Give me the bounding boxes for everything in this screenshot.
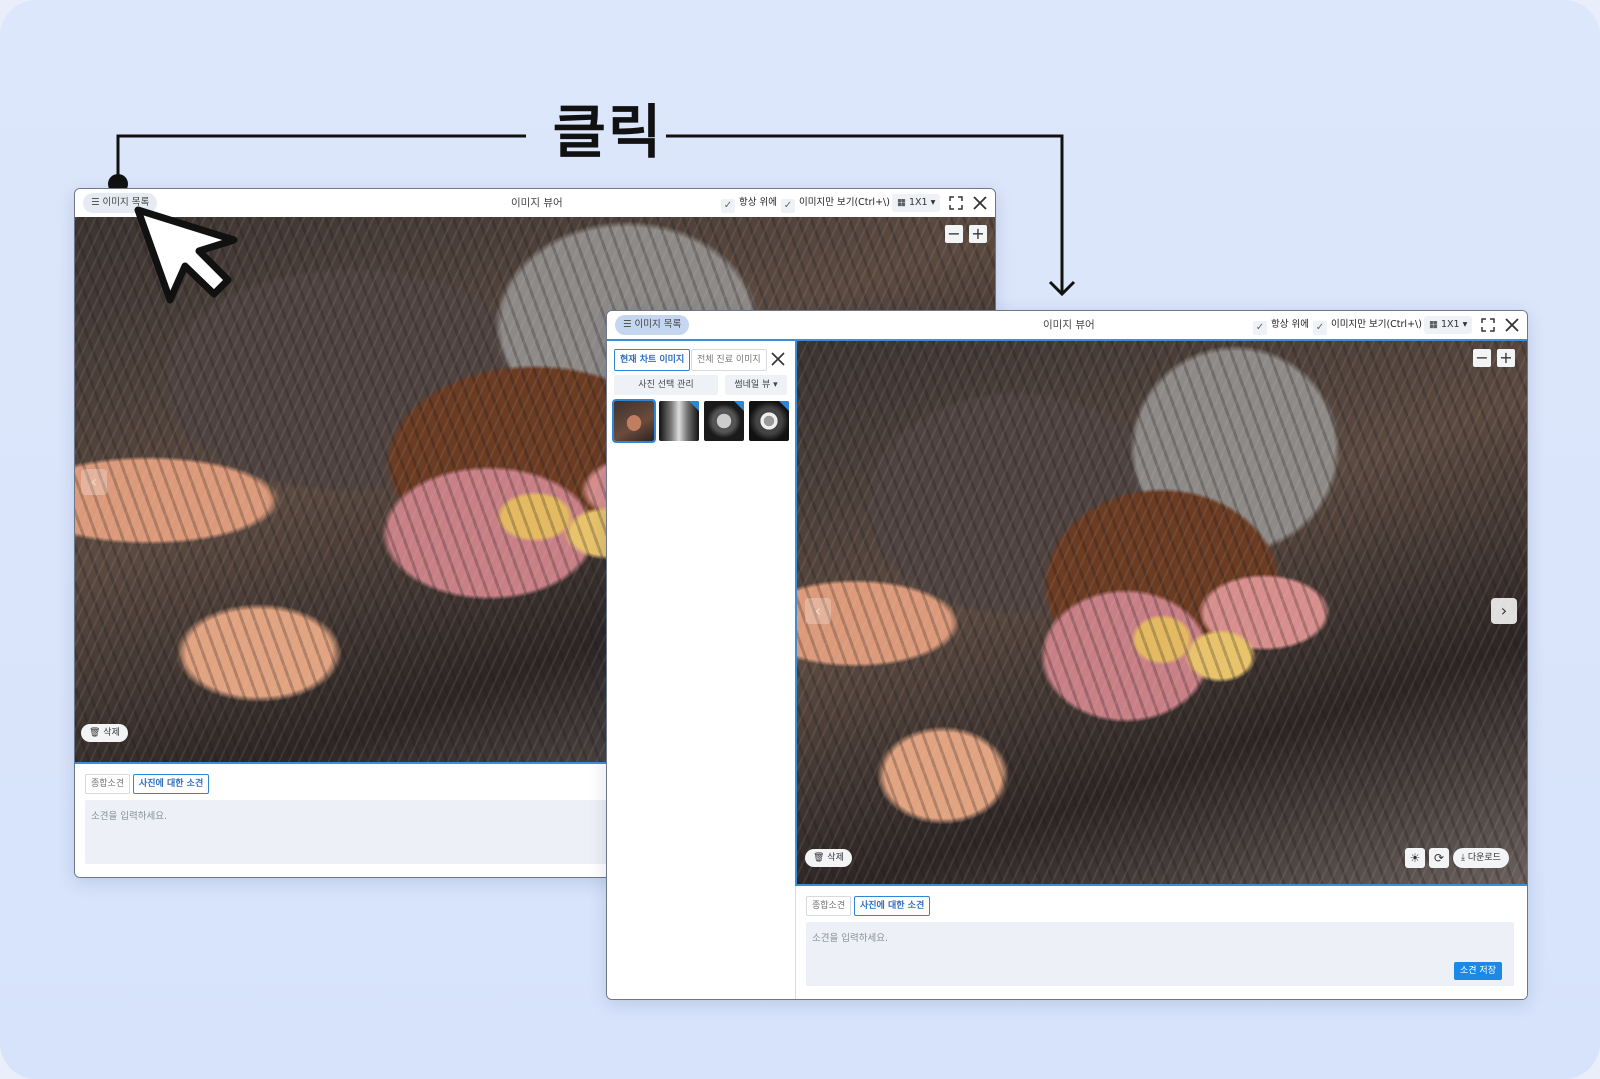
thumbnail-xray[interactable]	[704, 401, 744, 441]
image-only-checkbox[interactable]: ✓ 이미지만 보기(Ctrl+\)	[1313, 317, 1422, 335]
selected-flag	[779, 401, 789, 411]
image-list-button[interactable]: ☰ 이미지 목록	[615, 315, 690, 335]
image-only-label: 이미지만 보기(Ctrl+\)	[799, 197, 890, 208]
zoom-out-button[interactable]: −	[1473, 349, 1491, 367]
stage: 클릭 ☰ 이미지 목록 이미지 뷰어 ✓ 항상 위에 ✓ 이미지만 보기(Ctrl+…	[0, 0, 1600, 1079]
rotate-icon[interactable]: ⟳	[1429, 848, 1449, 868]
image-list-label: 이미지 목록	[634, 319, 682, 330]
check-icon: ✓	[721, 199, 735, 213]
fullscreen-icon[interactable]	[947, 194, 965, 212]
image-only-checkbox[interactable]: ✓ 이미지만 보기(Ctrl+\)	[781, 195, 890, 213]
list-icon: ☰	[91, 197, 103, 208]
click-label: 클릭	[552, 98, 664, 166]
note-area: 종합소견 사진에 대한 소견 소견을 입력하세요. 소견 저장	[796, 886, 1527, 999]
thumbnail-xray[interactable]	[659, 401, 699, 441]
trash-icon: 🗑	[89, 728, 104, 738]
download-button[interactable]: ⤓ 다운로드	[1453, 848, 1509, 868]
viewer-toolbar: ☰ 이미지 목록 이미지 뷰어 ✓ 항상 위에 ✓ 이미지만 보기(Ctrl+\) …	[607, 311, 1527, 341]
download-label: 다운로드	[1467, 853, 1501, 863]
zoom-in-button[interactable]: +	[1497, 349, 1515, 367]
viewer-title: 이미지 뷰어	[511, 197, 563, 209]
zoom-out-button[interactable]: −	[945, 225, 963, 243]
next-image-button[interactable]: ›	[1491, 598, 1517, 624]
layout-select[interactable]: ▦ 1X1 ▾	[1424, 316, 1473, 334]
viewer-title: 이미지 뷰어	[1043, 319, 1095, 331]
close-icon[interactable]	[1503, 316, 1521, 334]
grid-icon: ▦	[1429, 319, 1441, 330]
photo-select-manage-button[interactable]: 사진 선택 관리	[614, 375, 718, 395]
note-input[interactable]: 소견을 입력하세요.	[806, 922, 1514, 986]
check-icon: ✓	[1253, 321, 1267, 335]
list-icon: ☰	[623, 319, 635, 330]
thumbnail-xray[interactable]	[749, 401, 789, 441]
always-on-top-label: 항상 위에	[1271, 319, 1309, 330]
check-icon: ✓	[781, 199, 795, 213]
save-opinion-button[interactable]: 소견 저장	[1454, 962, 1502, 980]
tab-all-treatment-images[interactable]: 전체 진료 이미지	[691, 349, 767, 371]
layout-label: 1X1	[1441, 319, 1460, 330]
chevron-down-icon: ▾	[770, 380, 778, 390]
image-only-label: 이미지만 보기(Ctrl+\)	[1331, 319, 1422, 330]
viewer-window-front: ☰ 이미지 목록 이미지 뷰어 ✓ 항상 위에 ✓ 이미지만 보기(Ctrl+\) …	[606, 310, 1528, 1000]
chevron-down-icon: ▾	[927, 197, 936, 208]
download-icon: ⤓	[1461, 853, 1468, 863]
layout-select[interactable]: ▦ 1X1 ▾	[892, 194, 941, 212]
tab-photo-opinion[interactable]: 사진에 대한 소견	[133, 774, 210, 794]
always-on-top-label: 항상 위에	[739, 197, 777, 208]
delete-label: 삭제	[103, 728, 120, 738]
close-icon[interactable]	[770, 351, 786, 367]
tab-photo-opinion[interactable]: 사진에 대한 소견	[854, 896, 931, 916]
thumbnail-photo[interactable]	[612, 399, 656, 443]
tab-current-chart-images[interactable]: 현재 차트 이미지	[614, 349, 691, 371]
always-on-top-checkbox[interactable]: ✓ 항상 위에	[1253, 317, 1309, 335]
grid-icon: ▦	[897, 197, 909, 208]
layout-label: 1X1	[909, 197, 928, 208]
image-list-sidebar: 현재 차트 이미지 전체 진료 이미지 사진 선택 관리 썸네일 뷰 ▾	[607, 341, 796, 999]
fullscreen-icon[interactable]	[1479, 316, 1497, 334]
selected-flag	[689, 401, 699, 411]
tab-overall-opinion[interactable]: 종합소견	[806, 896, 852, 916]
trash-icon: 🗑	[813, 853, 828, 863]
connector-left	[116, 134, 526, 186]
delete-button[interactable]: 🗑 삭제	[81, 724, 128, 742]
check-icon: ✓	[1313, 321, 1327, 335]
tab-overall-opinion[interactable]: 종합소견	[85, 774, 131, 794]
mouse-cursor-icon	[134, 206, 238, 304]
prev-image-button[interactable]: ‹	[805, 598, 831, 624]
close-icon[interactable]	[971, 194, 989, 212]
delete-button[interactable]: 🗑 삭제	[805, 849, 852, 867]
delete-label: 삭제	[827, 853, 844, 863]
view-mode-label: 썸네일 뷰	[734, 380, 771, 390]
selected-flag	[734, 401, 744, 411]
chevron-down-icon: ▾	[1459, 319, 1468, 330]
main-image[interactable]: − + ‹ › 🗑 삭제 ☀ ⟳ ⤓ 다운로드	[795, 341, 1527, 884]
view-mode-select[interactable]: 썸네일 뷰 ▾	[725, 375, 787, 395]
zoom-in-button[interactable]: +	[969, 225, 987, 243]
image-texture	[797, 341, 1527, 884]
brightness-icon[interactable]: ☀	[1405, 848, 1425, 868]
always-on-top-checkbox[interactable]: ✓ 항상 위에	[721, 195, 777, 213]
prev-image-button[interactable]: ‹	[81, 469, 107, 495]
